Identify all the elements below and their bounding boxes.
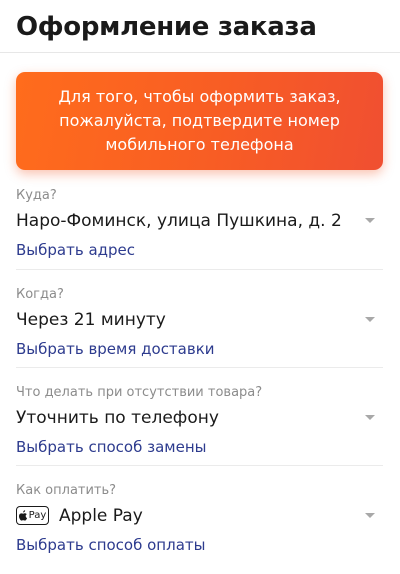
select-address-link[interactable]: Выбрать адрес: [16, 240, 135, 260]
payment-label: Как оплатить?: [16, 483, 117, 498]
badge-text: Pay: [28, 509, 47, 521]
replacement-select[interactable]: Уточнить по телефону: [16, 404, 383, 431]
chevron-down-icon[interactable]: [365, 513, 375, 518]
delivery-address-section: Куда? Наро-Фоминск, улица Пушкина, д. 2 …: [16, 188, 383, 260]
payment-section: Как оплатить? Pay Apple Pay Выбрать спос…: [16, 483, 383, 555]
chevron-down-icon[interactable]: [365, 317, 375, 322]
divider: [16, 269, 383, 270]
payment-value: Apple Pay: [59, 505, 143, 526]
delivery-address-select[interactable]: Наро-Фоминск, улица Пушкина, д. 2: [16, 207, 383, 234]
checkout-page: Оформление заказа Для того, чтобы оформи…: [0, 0, 400, 574]
replacement-value: Уточнить по телефону: [16, 407, 219, 428]
delivery-time-label: Когда?: [16, 287, 64, 302]
payment-select[interactable]: Pay Apple Pay: [16, 502, 383, 529]
chevron-down-icon[interactable]: [365, 218, 375, 223]
phone-confirmation-banner[interactable]: Для того, чтобы оформить заказ, пожалуйс…: [16, 72, 383, 170]
banner-text: Для того, чтобы оформить заказ, пожалуйс…: [58, 87, 341, 154]
page-title: Оформление заказа: [16, 12, 317, 42]
replacement-section: Что делать при отсутствии товара? Уточни…: [16, 385, 383, 457]
header: Оформление заказа: [0, 0, 400, 53]
replacement-label: Что делать при отсутствии товара?: [16, 385, 263, 400]
apple-icon: [18, 510, 27, 521]
apple-pay-badge: Pay: [16, 506, 49, 525]
delivery-time-section: Когда? Через 21 минуту Выбрать время дос…: [16, 287, 383, 359]
select-payment-link[interactable]: Выбрать способ оплаты: [16, 535, 205, 555]
divider: [16, 367, 383, 368]
select-replacement-link[interactable]: Выбрать способ замены: [16, 437, 206, 457]
delivery-address-value: Наро-Фоминск, улица Пушкина, д. 2: [16, 210, 342, 231]
delivery-address-label: Куда?: [16, 188, 57, 203]
chevron-down-icon[interactable]: [365, 415, 375, 420]
delivery-time-value: Через 21 минуту: [16, 309, 166, 330]
select-delivery-time-link[interactable]: Выбрать время доставки: [16, 339, 215, 359]
delivery-time-select[interactable]: Через 21 минуту: [16, 306, 383, 333]
divider: [16, 465, 383, 466]
